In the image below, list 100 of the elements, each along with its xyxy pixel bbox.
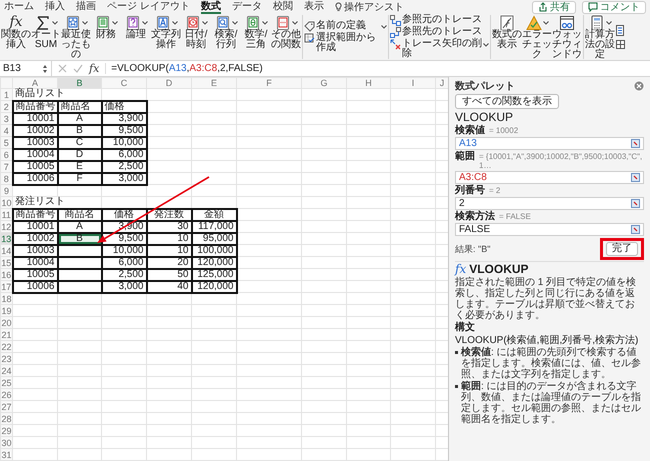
row-header[interactable]: 11 (0, 208, 12, 220)
row-header[interactable]: 19 (0, 304, 12, 316)
menu-tab[interactable]: 校閲 (272, 0, 293, 14)
row-header[interactable]: 15 (0, 256, 12, 268)
row-header[interactable]: 10 (0, 196, 12, 208)
argument-field[interactable]: A3:C8 (455, 171, 644, 184)
argument-result: = FALSE (499, 212, 531, 221)
column-header[interactable]: J (436, 78, 448, 88)
table-cell: 商品リスト (12, 88, 102, 100)
row-header[interactable]: 5 (0, 136, 12, 148)
ribbon-button[interactable]: fx 関数の挿入 (1, 15, 31, 59)
row-header[interactable]: 12 (0, 220, 12, 232)
trace-remove-icon (390, 39, 401, 50)
share-button[interactable]: 共有 (532, 0, 576, 14)
row-header[interactable]: 8 (0, 172, 12, 184)
ribbon-button[interactable]: 検索/行列 (211, 15, 241, 59)
row-header[interactable]: 21 (0, 328, 12, 340)
row-header[interactable]: 28 (0, 412, 12, 424)
table-cell: A (58, 112, 102, 124)
row-header[interactable]: 26 (0, 388, 12, 400)
ribbon-button[interactable]: 数式の表示 (492, 15, 522, 59)
ribbon-button[interactable]: ウォッチウィンドウ (552, 15, 582, 59)
argument-field[interactable]: 2 (455, 197, 644, 210)
ribbon-button[interactable]: 数学/三角 (241, 15, 271, 59)
menu-tab[interactable]: ホーム (4, 0, 34, 14)
argument-field[interactable]: FALSE (455, 223, 644, 236)
ribbon-button[interactable]: 選択範囲から作成 (304, 33, 387, 53)
syntax-heading: 構文 (455, 322, 476, 334)
ribbon-button[interactable]: 文字列操作 (151, 15, 181, 59)
ribbon-button[interactable]: その他の関数 (271, 15, 301, 59)
table-cell: 価格 (102, 208, 146, 220)
function-name: VLOOKUP (455, 110, 514, 124)
ribbon-button[interactable]: 参照先のトレース (390, 27, 489, 38)
ribbon-button[interactable]: 計算方法の設定 (585, 15, 615, 59)
formula-text[interactable]: =VLOOKUP(A13,A3:C8,2,FALSE) (105, 63, 263, 74)
row-header[interactable]: 16 (0, 268, 12, 280)
row-header[interactable]: 25 (0, 376, 12, 388)
ribbon-button[interactable]: 最近使ったもの (61, 15, 91, 59)
row-header[interactable]: 20 (0, 316, 12, 328)
name-box[interactable]: B13 (0, 61, 52, 76)
row-header[interactable]: 30 (0, 436, 12, 448)
table-cell: 10003 (12, 244, 58, 256)
menu-tab[interactable]: データ (232, 0, 262, 14)
row-header[interactable]: 31 (0, 448, 12, 460)
ribbon-button[interactable]: 参照元のトレース (390, 15, 489, 26)
column-header[interactable]: I (390, 78, 436, 88)
range-select-icon (631, 139, 640, 148)
column-header[interactable]: F (236, 78, 302, 88)
column-header[interactable]: C (102, 78, 146, 88)
table-cell: 10001 (12, 112, 58, 124)
ribbon-button[interactable]: 財務 (91, 15, 121, 59)
comment-button[interactable]: コメント (582, 0, 646, 14)
row-header[interactable]: 6 (0, 148, 12, 160)
column-header[interactable]: E (192, 78, 236, 88)
column-header[interactable]: B (58, 78, 102, 88)
column-header[interactable]: H (346, 78, 390, 88)
row-header[interactable]: 1 (0, 88, 12, 100)
row-header[interactable]: 27 (0, 400, 12, 412)
table-cell: 10002 (12, 124, 58, 136)
column-header[interactable]: G (302, 78, 346, 88)
row-header[interactable]: 4 (0, 124, 12, 136)
table-cell: 金額 (192, 208, 236, 220)
comment-icon (588, 2, 598, 12)
table-cell: B (58, 124, 102, 136)
row-header[interactable]: 7 (0, 160, 12, 172)
row-header[interactable]: 22 (0, 340, 12, 352)
menu-tab[interactable]: ページ レイアウト (107, 0, 190, 14)
done-button[interactable]: 完了 (606, 242, 638, 256)
ribbon-button[interactable]: エラーチェック (522, 15, 552, 59)
table-cell: 商品番号 (12, 100, 58, 112)
menu-tab[interactable]: 表示 (304, 0, 324, 14)
row-header[interactable]: 29 (0, 424, 12, 436)
stepper-icon (42, 64, 48, 74)
row-header[interactable]: 23 (0, 352, 12, 364)
menu-tab[interactable]: 挿入 (45, 0, 65, 14)
calculate-sheet-icon (616, 25, 624, 36)
argument-label: 検索値 (455, 125, 485, 136)
row-header[interactable]: 13 (0, 232, 12, 244)
row-header[interactable]: 9 (0, 184, 12, 196)
ribbon-button[interactable]: トレース矢印の削除 (390, 39, 489, 59)
row-header[interactable]: 17 (0, 280, 12, 292)
ribbon-button[interactable]: 名前の定義 (304, 21, 387, 32)
argument-field[interactable]: A13 (455, 137, 644, 150)
assist-search-button[interactable]: 操作アシスト (334, 2, 404, 12)
row-header[interactable]: 3 (0, 112, 12, 124)
close-button[interactable] (634, 81, 644, 91)
column-header[interactable]: D (146, 78, 192, 88)
row-header[interactable]: 18 (0, 292, 12, 304)
show-all-functions-button[interactable]: すべての関数を表示 (455, 94, 559, 109)
column-header[interactable]: A (12, 78, 58, 88)
table-cell: 商品名 (58, 208, 102, 220)
ribbon-button[interactable]: 日付/時刻 (181, 15, 211, 59)
row-header[interactable]: 24 (0, 364, 12, 376)
ribbon-button[interactable]: オート SUM (31, 15, 61, 59)
row-header[interactable]: 2 (0, 100, 12, 112)
row-header[interactable]: 14 (0, 244, 12, 256)
trace-arrow-icon (390, 27, 401, 38)
menu-tab[interactable]: 描画 (76, 0, 96, 14)
ribbon-button[interactable]: 論理 (121, 15, 151, 59)
insert-function-button[interactable]: fx (89, 62, 100, 75)
